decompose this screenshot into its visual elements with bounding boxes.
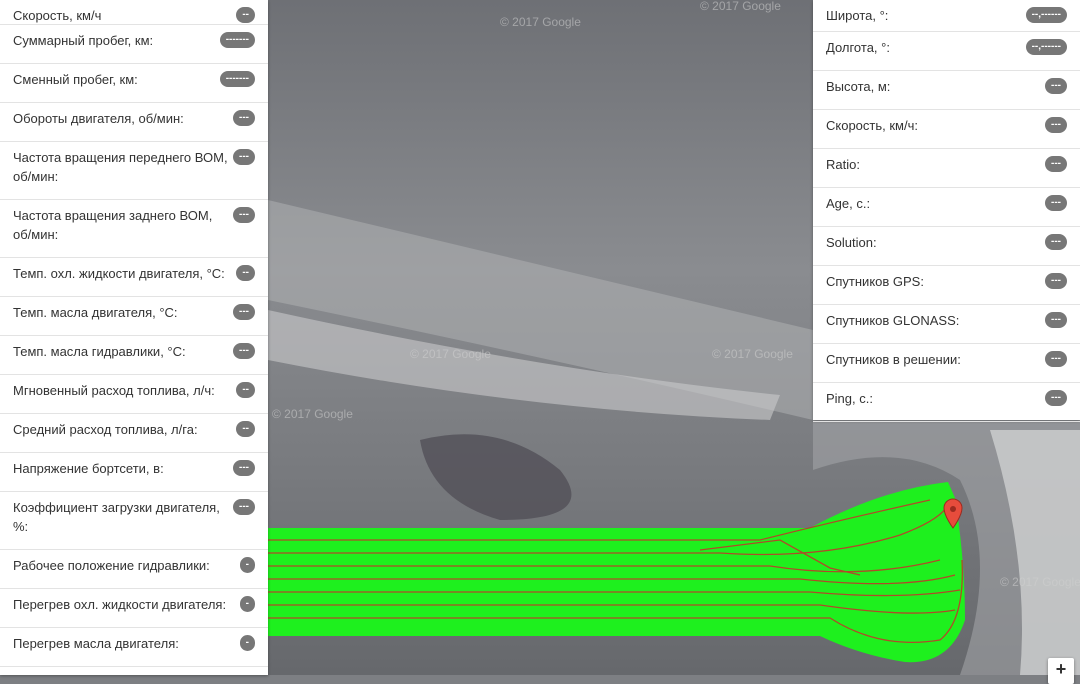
row-label: Ping, с.:	[826, 391, 873, 406]
value-badge: ---	[233, 460, 255, 476]
row-label: Средний расход топлива, л/га:	[13, 422, 198, 437]
value-badge: ---	[1045, 351, 1067, 367]
value-badge: ---	[233, 207, 255, 223]
telemetry-row-shift-mileage: Сменный пробег, км: -------	[0, 64, 268, 103]
row-label: Частота вращения заднего ВОМ, об/мин:	[13, 208, 213, 242]
map-watermark: © 2017 Google	[272, 407, 353, 421]
row-label: Solution:	[826, 235, 877, 250]
value-badge: ---	[1045, 156, 1067, 172]
telemetry-row-voltage: Напряжение бортсети, в: ---	[0, 453, 268, 492]
row-label: Мгновенный расход топлива, л/ч:	[13, 383, 215, 398]
gnss-panel: Широта, °: --,------ Долгота, °: --,----…	[813, 0, 1080, 422]
row-label: Широта, °:	[826, 8, 889, 23]
row-label: Темп. масла двигателя, °С:	[13, 305, 178, 320]
gnss-row-latitude: Широта, °: --,------	[813, 0, 1080, 32]
map-watermark: © 2017 Google	[700, 0, 781, 13]
zoom-in-button[interactable]: +	[1048, 658, 1074, 684]
telemetry-row-engine-oil-temp: Темп. масла двигателя, °С: ---	[0, 297, 268, 336]
row-label: Напряжение бортсети, в:	[13, 461, 164, 476]
telemetry-row-front-pto: Частота вращения переднего ВОМ, об/мин: …	[0, 142, 268, 200]
value-badge: ---	[1045, 78, 1067, 94]
value-badge: ---	[233, 110, 255, 126]
telemetry-panel: Скорость, км/ч -- Суммарный пробег, км: …	[0, 0, 268, 675]
value-badge: --	[236, 7, 255, 23]
gnss-row-gps-satellites: Спутников GPS: ---	[813, 266, 1080, 305]
value-badge: -------	[219, 71, 255, 87]
value-badge: --	[236, 382, 255, 398]
value-badge: -	[239, 596, 255, 612]
row-label: Перегрев охл. жидкости двигателя:	[13, 597, 227, 612]
row-label: Ratio:	[826, 157, 860, 172]
value-badge: -	[239, 557, 255, 573]
value-badge: --,------	[1025, 39, 1067, 55]
map-watermark: © 2017 Google	[1000, 575, 1080, 589]
value-badge: ---	[233, 304, 255, 320]
row-label: Сменный пробег, км:	[13, 72, 138, 87]
value-badge: ---	[1045, 234, 1067, 250]
row-label: Спутников в решении:	[826, 352, 961, 367]
row-label: Темп. охл. жидкости двигателя, °С:	[13, 266, 225, 281]
telemetry-row-coolant-overheat: Перегрев охл. жидкости двигателя: -	[0, 589, 268, 628]
value-badge: ---	[1045, 117, 1067, 133]
telemetry-row-coolant-temp: Темп. охл. жидкости двигателя, °С: --	[0, 258, 268, 297]
value-badge: ---	[233, 149, 255, 165]
gnss-row-solution-satellites: Спутников в решении: ---	[813, 344, 1080, 383]
telemetry-row-engine-rpm: Обороты двигателя, об/мин: ---	[0, 103, 268, 142]
row-label: Рабочее положение гидравлики:	[13, 558, 210, 573]
gnss-row-glonass-satellites: Спутников GLONASS: ---	[813, 305, 1080, 344]
row-label: Темп. масла гидравлики, °С:	[13, 344, 186, 359]
value-badge: --,------	[1025, 7, 1067, 23]
row-label: Спутников GLONASS:	[826, 313, 960, 328]
value-badge: -------	[219, 32, 255, 48]
gnss-row-solution: Solution: ---	[813, 227, 1080, 266]
row-label: Долгота, °:	[826, 40, 890, 55]
row-label: Частота вращения переднего ВОМ, об/мин:	[13, 150, 228, 184]
telemetry-row-oil-overheat: Перегрев масла двигателя: -	[0, 628, 268, 667]
row-label: Суммарный пробег, км:	[13, 33, 154, 48]
value-badge: --	[236, 421, 255, 437]
telemetry-row-instant-fuel: Мгновенный расход топлива, л/ч: --	[0, 375, 268, 414]
gnss-row-longitude: Долгота, °: --,------	[813, 32, 1080, 71]
gnss-row-altitude: Высота, м: ---	[813, 71, 1080, 110]
row-label: Age, с.:	[826, 196, 871, 211]
gnss-row-ratio: Ratio: ---	[813, 149, 1080, 188]
telemetry-row-rear-pto: Частота вращения заднего ВОМ, об/мин: --…	[0, 200, 268, 258]
gnss-row-speed: Скорость, км/ч: ---	[813, 110, 1080, 149]
value-badge: ---	[233, 343, 255, 359]
row-label: Высота, м:	[826, 79, 891, 94]
row-label: Скорость, км/ч	[13, 8, 102, 23]
value-badge: ---	[1045, 273, 1067, 289]
telemetry-row-hydraulics-position: Рабочее положение гидравлики: -	[0, 550, 268, 589]
map-watermark: © 2017 Google	[410, 347, 491, 361]
telemetry-row-speed: Скорость, км/ч --	[0, 0, 268, 25]
value-badge: ---	[233, 499, 255, 515]
gnss-row-ping: Ping, с.: ---	[813, 383, 1080, 422]
gnss-row-age: Age, с.: ---	[813, 188, 1080, 227]
value-badge: ---	[1045, 195, 1067, 211]
value-badge: -	[239, 635, 255, 651]
value-badge: ---	[1045, 312, 1067, 328]
value-badge: ---	[1045, 390, 1067, 406]
telemetry-row-total-mileage: Суммарный пробег, км: -------	[0, 25, 268, 64]
row-label: Перегрев масла двигателя:	[13, 636, 179, 651]
row-label: Коэффициент загрузки двигателя, %:	[13, 500, 220, 534]
map-watermark: © 2017 Google	[712, 347, 793, 361]
telemetry-row-engine-load: Коэффициент загрузки двигателя, %: ---	[0, 492, 268, 550]
row-label: Спутников GPS:	[826, 274, 924, 289]
row-label: Обороты двигателя, об/мин:	[13, 111, 184, 126]
telemetry-row-average-fuel: Средний расход топлива, л/га: --	[0, 414, 268, 453]
map-watermark: © 2017 Google	[500, 15, 581, 29]
row-label: Скорость, км/ч:	[826, 118, 918, 133]
value-badge: --	[236, 265, 255, 281]
telemetry-row-hydraulic-oil-temp: Темп. масла гидравлики, °С: ---	[0, 336, 268, 375]
